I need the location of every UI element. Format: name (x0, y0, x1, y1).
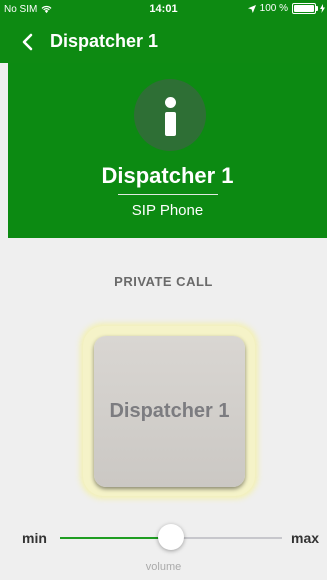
battery-icon (292, 3, 318, 14)
battery-percent: 100 % (259, 3, 288, 14)
section-label: PRIVATE CALL (114, 274, 213, 289)
chevron-left-icon[interactable] (18, 32, 38, 52)
call-button-label: Dispatcher 1 (109, 400, 230, 422)
volume-max-label: max (291, 530, 320, 546)
volume-label: volume (145, 561, 182, 573)
charging-icon (320, 4, 325, 13)
volume-slider-thumb[interactable] (158, 524, 184, 550)
nav-bar: Dispatcher 1 (0, 20, 327, 63)
contact-name: Dispatcher 1 (101, 163, 234, 188)
info-icon (134, 79, 206, 151)
divider (118, 194, 218, 195)
location-arrow-icon (247, 4, 256, 13)
volume-slider-fill (60, 537, 171, 539)
status-right: 100 % (247, 3, 325, 14)
contact-type: SIP Phone (131, 202, 204, 219)
top-bar: No SIM 14:01 100 % Dispatcher 1 (0, 0, 327, 63)
status-bar: No SIM 14:01 100 % (0, 0, 327, 20)
volume-min-label: min (22, 530, 47, 546)
contact-header: Dispatcher 1 SIP Phone (8, 63, 327, 238)
nav-title: Dispatcher 1 (50, 31, 159, 51)
private-call-button[interactable]: Dispatcher 1 (94, 336, 245, 487)
